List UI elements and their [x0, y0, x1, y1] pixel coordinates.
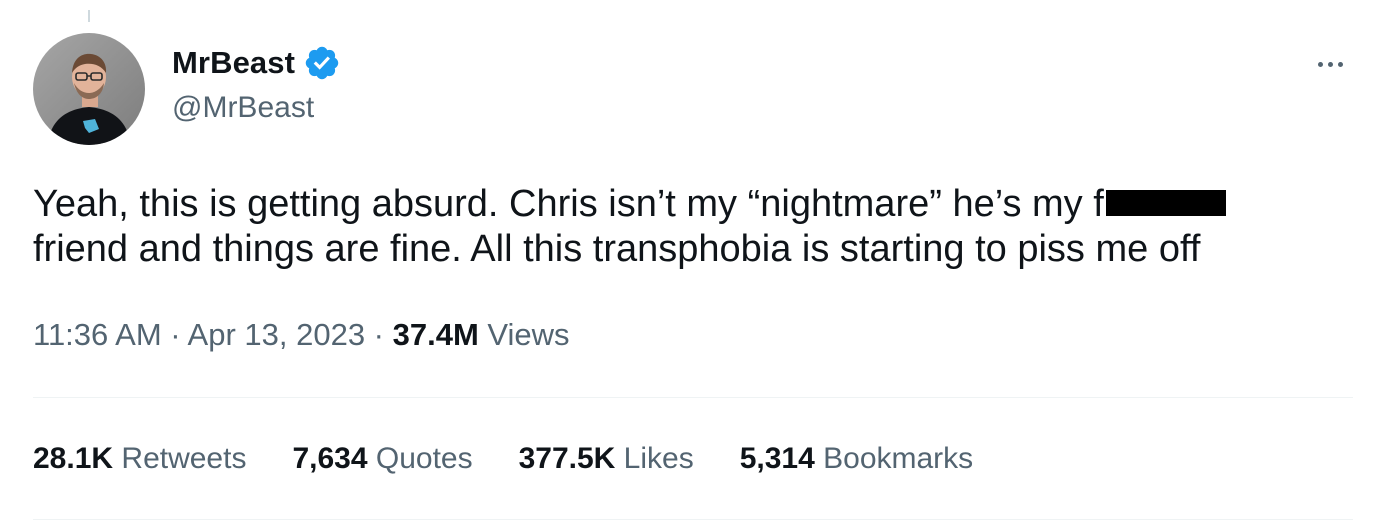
quotes-label: Quotes [367, 442, 473, 475]
tweet-text: Yeah, this is getting absurd. Chris isn’… [33, 182, 1353, 272]
tweet-time[interactable]: 11:36 AM [33, 317, 162, 352]
quotes-stat[interactable]: 7,634 Quotes [292, 439, 472, 479]
divider [33, 519, 1353, 520]
tweet-text-line-1: Yeah, this is getting absurd. Chris isn’… [33, 182, 1353, 227]
divider [33, 397, 1353, 398]
likes-count: 377.5K [518, 442, 616, 475]
bookmarks-stat[interactable]: 5,314 Bookmarks [740, 439, 973, 479]
more-horizontal-icon [1317, 61, 1323, 67]
meta-separator: · [365, 317, 393, 352]
views-count[interactable]: 37.4M [393, 317, 479, 352]
tweet-text-line-2: friend and things are fine. All this tra… [33, 228, 1201, 270]
retweets-stat[interactable]: 28.1K Retweets [33, 439, 246, 479]
author-name-row[interactable]: MrBeast [172, 42, 341, 84]
tweet-metadata: 11:36 AM · Apr 13, 2023 · 37.4M Views [33, 315, 570, 355]
likes-label: Likes [615, 442, 694, 475]
views-label[interactable]: Views [479, 317, 569, 352]
display-name[interactable]: MrBeast [172, 45, 295, 81]
avatar[interactable] [33, 33, 145, 145]
redaction-bar [1105, 190, 1226, 216]
bookmarks-label: Bookmarks [814, 442, 974, 475]
tweet-date[interactable]: Apr 13, 2023 [188, 317, 366, 352]
engagement-stats: 28.1K Retweets 7,634 Quotes 377.5K Likes… [33, 439, 973, 479]
quotes-count: 7,634 [292, 442, 368, 475]
retweets-label: Retweets [113, 442, 247, 475]
verified-badge-icon [303, 44, 341, 82]
user-handle[interactable]: @MrBeast [172, 91, 314, 125]
meta-separator: · [161, 317, 188, 352]
bookmarks-count: 5,314 [739, 442, 815, 475]
retweets-count: 28.1K [33, 442, 114, 475]
more-options-button[interactable] [1304, 44, 1356, 84]
likes-stat[interactable]: 377.5K Likes [519, 439, 694, 479]
thread-connector [88, 10, 90, 22]
tweet-card: MrBeast @MrBeast Yeah, this is getting a… [0, 0, 1394, 522]
